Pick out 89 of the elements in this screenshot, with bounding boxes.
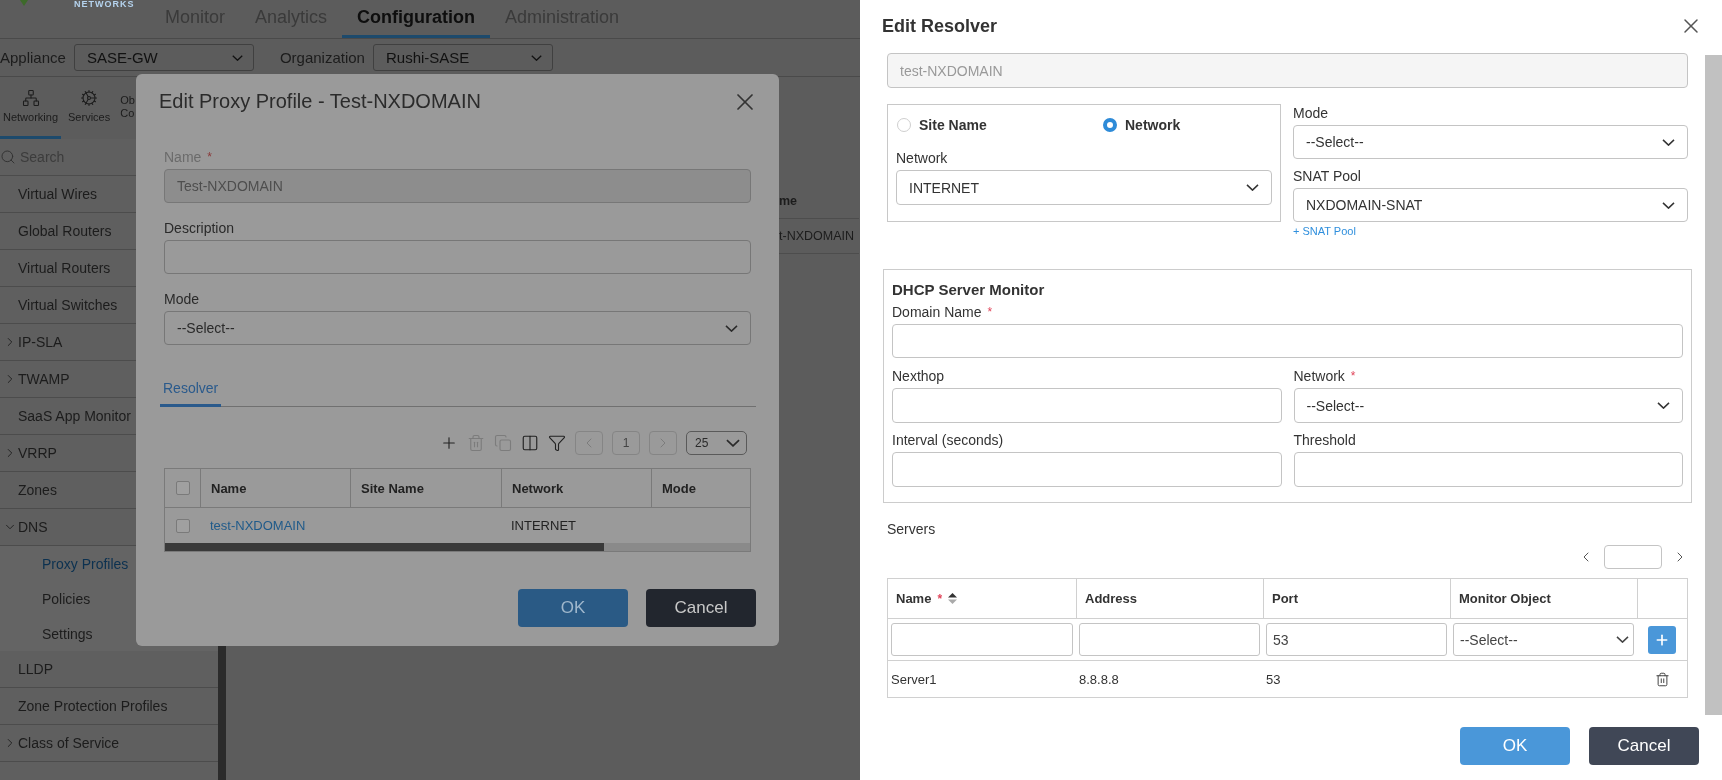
radio-button[interactable] bbox=[897, 118, 911, 132]
input-field[interactable] bbox=[892, 324, 1683, 358]
input-field[interactable]: test-NXDOMAIN bbox=[887, 53, 1688, 88]
chevron-down-icon bbox=[1662, 201, 1675, 209]
select-field[interactable]: --Select-- bbox=[1293, 125, 1688, 159]
input-field[interactable] bbox=[892, 452, 1282, 487]
input-field[interactable] bbox=[892, 388, 1282, 423]
scrollbar[interactable] bbox=[165, 543, 750, 551]
cancel-button[interactable]: Cancel bbox=[1589, 727, 1699, 765]
select-field[interactable]: --Select-- bbox=[164, 311, 751, 345]
chevron-down-icon bbox=[1616, 636, 1629, 643]
table-cell-text: Server1 bbox=[890, 670, 938, 689]
select-field[interactable]: --Select-- bbox=[1293, 388, 1683, 423]
field-label: Threshold bbox=[1293, 432, 1356, 448]
dialog-title: Edit Proxy Profile - Test-NXDOMAIN bbox=[159, 90, 481, 113]
required-mark: * bbox=[207, 150, 213, 164]
section-title: DHCP Server Monitor bbox=[892, 281, 1046, 299]
field-label: Mode bbox=[164, 291, 200, 307]
chevron-down-icon bbox=[231, 54, 243, 61]
network-icon bbox=[21, 89, 40, 107]
chevron-down-icon bbox=[725, 324, 738, 332]
input-field[interactable]: 53 bbox=[1266, 623, 1447, 656]
select-field[interactable]: INTERNET bbox=[896, 170, 1272, 205]
field-label: Network bbox=[896, 150, 948, 166]
table-cell-text: 8.8.8.8 bbox=[1078, 670, 1120, 689]
field-label: Interval (seconds) bbox=[892, 432, 1004, 448]
icon-tab[interactable]: Ob Co bbox=[117, 77, 138, 139]
nav-tab[interactable]: Configuration bbox=[342, 0, 491, 38]
page-size-select[interactable]: 25 bbox=[686, 431, 747, 455]
radio-option[interactable]: Network bbox=[1102, 112, 1272, 138]
chevron-down-icon bbox=[1657, 402, 1670, 409]
required-mark: * bbox=[937, 591, 943, 606]
section-label: Servers bbox=[887, 520, 937, 538]
trash-icon[interactable] bbox=[1654, 671, 1670, 687]
column-header: Mode bbox=[651, 469, 750, 507]
sidebar-item[interactable]: Class of Service bbox=[0, 725, 218, 762]
input-field[interactable] bbox=[164, 240, 751, 274]
plus-icon[interactable] bbox=[440, 434, 458, 452]
page-number[interactable]: 1 bbox=[612, 431, 640, 455]
field-label: Appliance bbox=[0, 49, 66, 66]
field-label: SNAT Pool bbox=[1293, 168, 1361, 184]
page-input[interactable] bbox=[1604, 545, 1662, 569]
required-mark: * bbox=[987, 305, 993, 319]
checkbox[interactable] bbox=[175, 518, 190, 533]
column-header: Name bbox=[896, 591, 932, 606]
column-header: Site Name bbox=[350, 469, 501, 507]
filter-icon[interactable] bbox=[548, 434, 566, 452]
panel-title: Edit Resolver bbox=[882, 15, 998, 37]
chevron-down-icon bbox=[1662, 138, 1675, 146]
cancel-button[interactable]: Cancel bbox=[646, 589, 756, 627]
field-label: Domain Name bbox=[892, 304, 982, 320]
sidebar-item[interactable]: LLDP bbox=[0, 651, 218, 688]
required-mark: * bbox=[1350, 369, 1356, 383]
column-header: Network bbox=[501, 469, 651, 507]
logo-icon bbox=[20, 0, 28, 6]
checkbox[interactable] bbox=[175, 481, 190, 495]
field-label: Nexthop bbox=[892, 368, 945, 384]
column-header: Monitor Object bbox=[1459, 591, 1551, 606]
chevron-down-icon bbox=[1246, 184, 1259, 191]
sort-icon[interactable] bbox=[948, 593, 958, 604]
input-field[interactable] bbox=[1079, 623, 1260, 656]
select-field[interactable]: Rushi-SASE bbox=[372, 44, 553, 71]
columns-icon[interactable] bbox=[521, 434, 539, 452]
column-header: Port bbox=[1272, 591, 1298, 606]
radio-option[interactable]: Site Name bbox=[896, 112, 1102, 138]
select-field[interactable]: NXDOMAIN-SNAT bbox=[1293, 188, 1688, 222]
select-field[interactable]: SASE-GW bbox=[73, 44, 254, 71]
sidebar-item[interactable]: Zone Protection Profiles bbox=[0, 688, 218, 725]
tab[interactable]: Resolver bbox=[160, 371, 222, 407]
field-label: Network bbox=[1293, 368, 1345, 384]
select-field[interactable]: --Select-- bbox=[1453, 623, 1634, 656]
field-label: Organization bbox=[279, 49, 365, 66]
gears-icon bbox=[80, 89, 99, 107]
column-header: Address bbox=[1085, 591, 1138, 606]
chevron-down-icon bbox=[726, 439, 740, 447]
add-snat-pool-link[interactable]: + SNAT Pool bbox=[1293, 225, 1688, 237]
input-field[interactable] bbox=[1293, 452, 1683, 487]
ok-button[interactable]: OK bbox=[1460, 727, 1570, 765]
icon-tab[interactable]: Services bbox=[65, 77, 114, 139]
field-label: Mode bbox=[1293, 105, 1329, 121]
add-button[interactable] bbox=[1648, 625, 1676, 654]
radio-button[interactable] bbox=[1103, 118, 1117, 132]
column-header: Name bbox=[200, 469, 350, 507]
input-field[interactable] bbox=[891, 623, 1073, 656]
table-cell-text: INTERNET bbox=[510, 517, 577, 535]
chevron-down-icon bbox=[530, 54, 542, 61]
logo-text: NETWORKS bbox=[74, 0, 135, 9]
ok-button[interactable]: OK bbox=[518, 589, 628, 627]
table-cell-text: 53 bbox=[1265, 670, 1282, 689]
